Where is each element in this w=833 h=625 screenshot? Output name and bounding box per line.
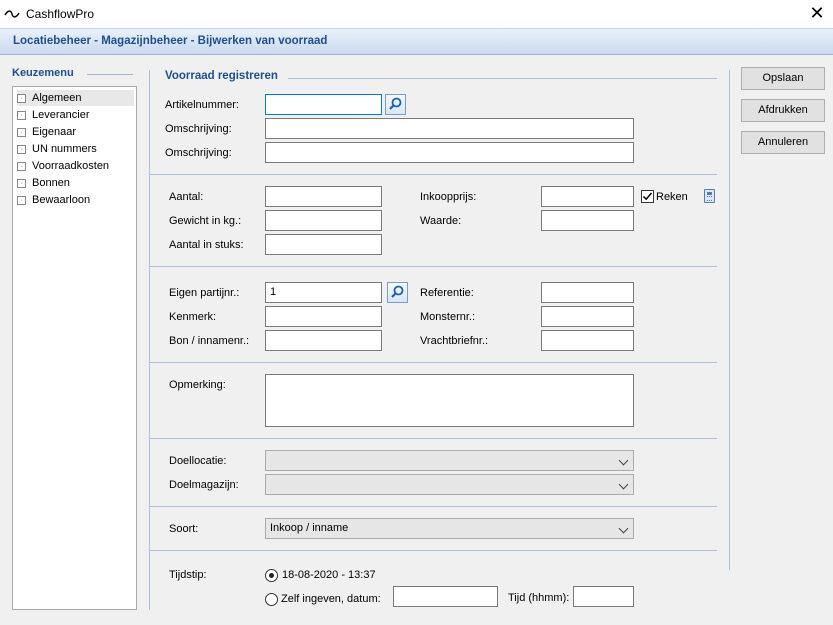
waarde-label: Waarde: (420, 215, 462, 227)
divider (150, 506, 717, 507)
monsternr-input[interactable] (541, 306, 634, 327)
aantal-input[interactable] (265, 186, 382, 207)
window-title: CashflowPro (26, 7, 95, 21)
page-title: Locatiebeheer - Magazijnbeheer - Bijwerk… (13, 35, 328, 47)
divider (87, 74, 133, 75)
kenmerk-label: Kenmerk: (169, 311, 217, 323)
tijd-input[interactable] (573, 586, 634, 607)
tijdstip-label: Tijdstip: (169, 569, 207, 581)
title-bar: CashflowPro ✕ (0, 0, 833, 28)
doelmagazijn-select[interactable] (265, 474, 634, 495)
cancel-button[interactable]: Annuleren (741, 131, 825, 154)
menu-item-eigenaar[interactable]: · Eigenaar (17, 124, 134, 140)
inkoopprijs-label: Inkoopprijs: (420, 191, 477, 203)
tijdstip-custom-label: Zelf ingeven, datum: (281, 593, 381, 605)
menu-item-algemeen[interactable]: · Algemeen (17, 90, 134, 106)
section-title: Voorraad registreren (165, 70, 278, 82)
menu-item-bonnen[interactable]: · Bonnen (17, 175, 134, 191)
eigen-partijnr-label: Eigen partijnr.: (169, 287, 240, 299)
divider (150, 266, 717, 267)
divider (150, 550, 717, 551)
save-button[interactable]: Opslaan (741, 67, 825, 90)
omschrijving-label: Omschrijving: (165, 147, 232, 159)
expand-icon: · (17, 144, 26, 154)
aantal-stuks-input[interactable] (265, 234, 382, 255)
app-logo-icon (4, 10, 20, 18)
print-button[interactable]: Afdrukken (741, 99, 825, 122)
close-icon[interactable]: ✕ (805, 3, 829, 25)
soort-label: Soort: (169, 523, 199, 535)
vrachtbriefnr-label: Vrachtbriefnr.: (420, 335, 489, 347)
partijnr-search-button[interactable] (387, 282, 408, 303)
soort-select[interactable]: Inkoop / inname (265, 518, 634, 539)
expand-icon: · (17, 161, 26, 171)
search-icon (391, 285, 404, 298)
eigen-partijnr-input[interactable]: 1 (265, 282, 382, 303)
expand-icon: · (17, 195, 26, 205)
divider (150, 174, 717, 175)
menu-list: · Algemeen · Leverancier · Eigenaar · UN num… (12, 86, 137, 610)
inkoopprijs-input[interactable] (541, 186, 634, 207)
doellocatie-label: Doellocatie: (169, 455, 227, 467)
page-header: Locatiebeheer - Magazijnbeheer - Bijwerk… (0, 28, 833, 55)
tijdstip-custom-radio[interactable] (265, 593, 278, 606)
vrachtbriefnr-input[interactable] (541, 330, 634, 351)
menu-item-leverancier[interactable]: · Leverancier (17, 107, 134, 123)
doelmagazijn-label: Doelmagazijn: (169, 479, 239, 491)
chevron-down-icon (618, 479, 629, 490)
waarde-input[interactable] (541, 210, 634, 231)
divider (149, 70, 150, 610)
reken-label: Reken (656, 191, 688, 203)
divider (150, 362, 717, 363)
monsternr-label: Monsternr.: (420, 311, 476, 323)
datum-input[interactable] (393, 586, 498, 607)
bon-innamenr-label: Bon / innamenr.: (169, 335, 250, 347)
checkmark-icon (642, 192, 653, 201)
menu-item-voorraadkosten[interactable]: · Voorraadkosten (17, 158, 134, 174)
expand-icon: · (17, 110, 26, 120)
doellocatie-select[interactable] (265, 450, 634, 471)
artikelnummer-label: Artikelnummer: (165, 99, 239, 111)
menu-item-bewaarloon[interactable]: · Bewaarloon (17, 192, 134, 208)
menu-label: Keuzemenu (12, 67, 74, 79)
bon-innamenr-input[interactable] (265, 330, 382, 351)
gewicht-label: Gewicht in kg.: (169, 215, 242, 227)
expand-icon: · (17, 93, 26, 103)
chevron-down-icon (618, 455, 629, 466)
gewicht-input[interactable] (265, 210, 382, 231)
expand-icon: · (17, 127, 26, 137)
artikelnummer-search-button[interactable] (385, 94, 406, 115)
tijdstip-now-radio[interactable] (265, 569, 278, 582)
referentie-input[interactable] (541, 282, 634, 303)
expand-icon: · (17, 178, 26, 188)
reken-checkbox[interactable] (641, 190, 654, 203)
opmerking-textarea[interactable] (265, 374, 634, 427)
divider (288, 78, 717, 79)
divider (150, 438, 717, 439)
tijd-label: Tijd (hhmm): (508, 592, 570, 604)
omschrijving-input[interactable] (265, 118, 634, 139)
omschrijving2-input[interactable] (265, 142, 634, 163)
kenmerk-input[interactable] (265, 306, 382, 327)
divider (729, 70, 730, 570)
chevron-down-icon (618, 523, 629, 534)
artikelnummer-input[interactable] (265, 94, 382, 115)
omschrijving-label: Omschrijving: (165, 123, 232, 135)
aantal-label: Aantal: (169, 191, 204, 203)
tijdstip-now-label: 18-08-2020 - 13:37 (282, 569, 376, 581)
menu-item-un-nummers[interactable]: · UN nummers (17, 141, 134, 157)
referentie-label: Referentie: (420, 287, 474, 299)
opmerking-label: Opmerking: (169, 379, 226, 391)
search-icon (389, 97, 402, 110)
aantal-stuks-label: Aantal in stuks: (169, 239, 244, 251)
calculator-icon[interactable] (704, 189, 715, 203)
